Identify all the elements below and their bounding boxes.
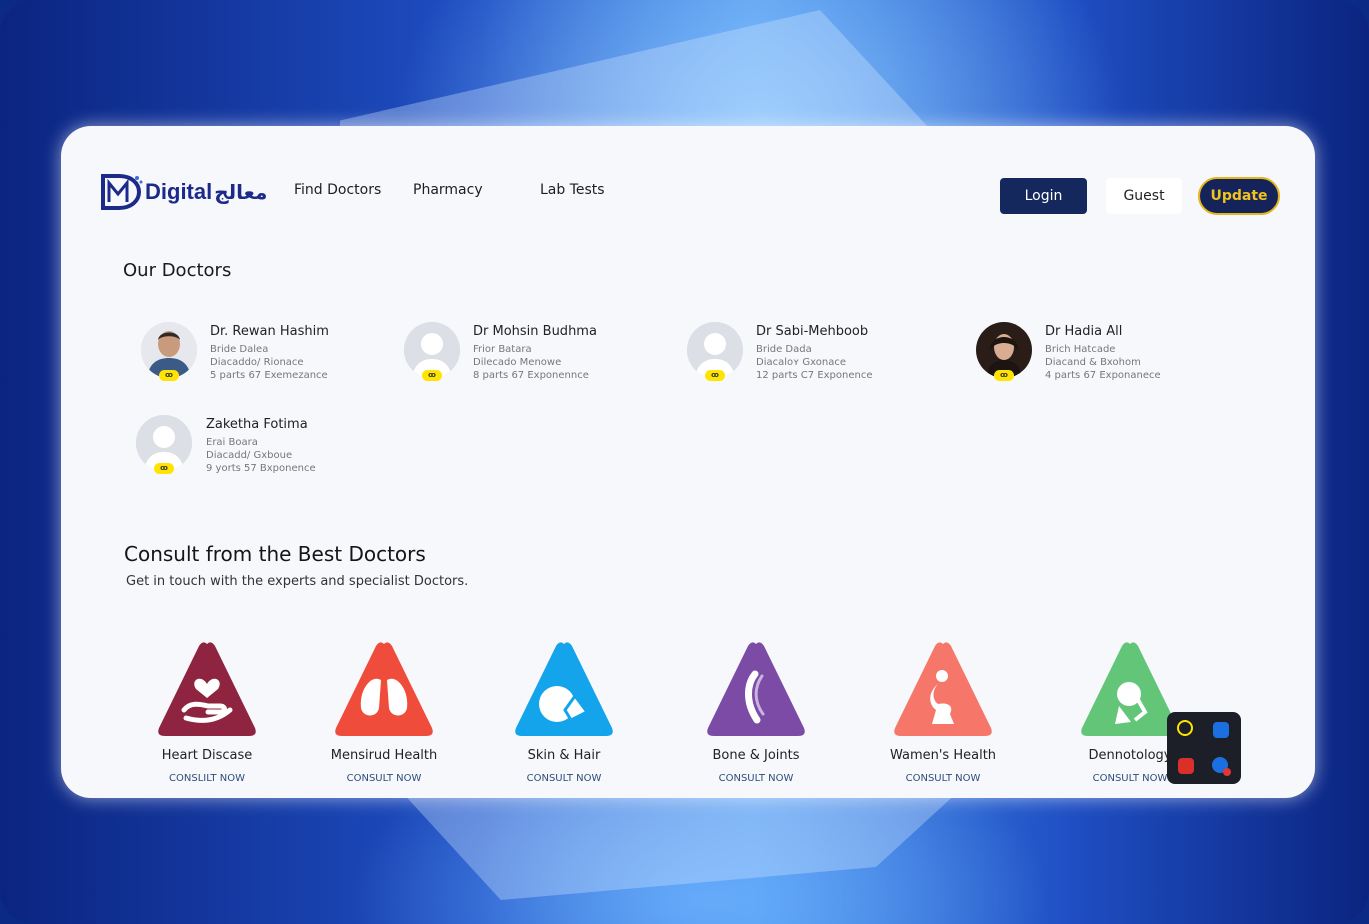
doctor-card[interactable]: ꝏ Zaketha Fotima Erai Boara Diacadd/ Gxb… <box>136 415 386 485</box>
doctor-degree: Erai Boara <box>206 437 258 448</box>
app-window: Digital معالج Find Doctors Pharmacy Lab … <box>61 126 1315 798</box>
doctor-specialty: Diacaddo/ Rionace <box>210 357 304 368</box>
doctor-degree: Brich Hatcade <box>1045 344 1116 355</box>
nav-find-doctors[interactable]: Find Doctors <box>294 182 381 198</box>
doctor-degree: Bride Dada <box>756 344 812 355</box>
nav-lab-tests[interactable]: Lab Tests <box>540 182 605 198</box>
doctor-experience: 12 parts C7 Exponence <box>756 370 873 381</box>
decorative-glass-shape <box>400 790 960 900</box>
specialty-card-heart[interactable]: Heart Discase CONSLILT NOW <box>132 640 282 790</box>
lungs-icon <box>335 642 433 736</box>
doctor-name: Dr. Rewan Hashim <box>210 324 329 339</box>
doctor-card[interactable]: ꝏ Dr Mohsin Budhma Frior Batara Dilecado… <box>404 322 654 392</box>
specialty-label: Heart Discase <box>161 748 253 763</box>
decorative-glass-shape <box>340 10 940 140</box>
derma-icon <box>1081 642 1179 736</box>
consult-now-link[interactable]: CONSULT NOW <box>868 773 1018 784</box>
brand-name-latin: Digital <box>145 179 213 204</box>
brand-logo[interactable]: Digital معالج <box>101 174 267 210</box>
doctor-specialty: Diacand & Bxohom <box>1045 357 1141 368</box>
doctor-card[interactable]: ꝏ Dr Hadia All Brich Hatcade Diacand & B… <box>976 322 1226 392</box>
doctor-experience: 9 yorts 57 Bxponence <box>206 463 316 474</box>
nav-pharmacy[interactable]: Pharmacy <box>413 182 483 198</box>
consult-now-link[interactable]: CONSLILT NOW <box>132 773 282 784</box>
specialty-label: Wamen's Health <box>889 748 997 763</box>
rating-badge: ꝏ <box>154 463 174 474</box>
specialty-card-menstrual[interactable]: Mensirud Health CONSULT NOW <box>309 640 459 790</box>
consult-now-link[interactable]: CONSULT NOW <box>489 773 639 784</box>
doctor-degree: Bride Dalea <box>210 344 269 355</box>
doctor-specialty: Dilecado Menowe <box>473 357 562 368</box>
consult-subtitle: Get in touch with the experts and specia… <box>126 574 469 589</box>
specialty-card-women[interactable]: Wamen's Health CONSULT NOW <box>868 640 1018 790</box>
doctor-card[interactable]: ꝏ Dr Sabi-Mehboob Bride Dada Diacaloʏ Gx… <box>687 322 937 392</box>
guest-button[interactable]: Guest <box>1106 178 1182 214</box>
brand-name-arabic: معالج <box>214 180 268 204</box>
doctor-name: Zaketha Fotima <box>206 417 308 432</box>
specialty-label: Mensirud Health <box>330 748 438 763</box>
pregnant-woman-icon <box>894 642 992 736</box>
login-button[interactable]: Login <box>1000 178 1087 214</box>
our-doctors-heading: Our Doctors <box>123 260 232 281</box>
app-icon[interactable] <box>1178 758 1194 774</box>
doctor-experience: 8 parts 67 Exponennce <box>473 370 589 381</box>
rating-badge: ꝏ <box>159 370 179 381</box>
doctor-specialty: Diacaloʏ Gxonace <box>756 357 847 368</box>
specialty-card-bone[interactable]: Bone & Joints CONSULT NOW <box>681 640 831 790</box>
doctor-specialty: Diacadd/ Gxboue <box>206 450 293 461</box>
doctor-name: Dr Sabi-Mehboob <box>756 324 869 339</box>
doctor-name: Dr Mohsin Budhma <box>473 324 597 339</box>
doctor-experience: 4 parts 67 Exponanece <box>1045 370 1161 381</box>
logo-mark-icon <box>101 174 143 210</box>
specialty-card-skin[interactable]: Skin & Hair CONSULT NOW <box>489 640 639 790</box>
notification-icon[interactable] <box>1212 757 1231 776</box>
bone-icon <box>707 642 805 736</box>
update-button[interactable]: Update <box>1198 177 1280 215</box>
rating-badge: ꝏ <box>422 370 442 381</box>
doctor-card[interactable]: ꝏ Dr. Rewan Hashim Bride Dalea Diacaddo/… <box>141 322 391 392</box>
app-icon[interactable] <box>1213 722 1229 738</box>
consult-now-link[interactable]: CONSULT NOW <box>309 773 459 784</box>
consult-now-link[interactable]: CONSULT NOW <box>681 773 831 784</box>
heart-hand-icon <box>158 642 256 736</box>
rating-badge: ꝏ <box>994 370 1014 381</box>
doctor-name: Dr Hadia All <box>1045 324 1123 339</box>
skin-hair-icon <box>515 642 613 736</box>
consult-heading: Consult from the Best Doctors <box>124 542 426 566</box>
specialty-label: Skin & Hair <box>527 748 601 763</box>
rating-badge: ꝏ <box>705 370 725 381</box>
doctor-degree: Frior Batara <box>473 344 532 355</box>
floating-app-tray[interactable] <box>1167 712 1241 784</box>
specialty-label: Bone & Joints <box>712 748 800 763</box>
doctor-experience: 5 parts 67 Exemezance <box>210 370 328 381</box>
smiley-icon[interactable] <box>1177 720 1193 736</box>
